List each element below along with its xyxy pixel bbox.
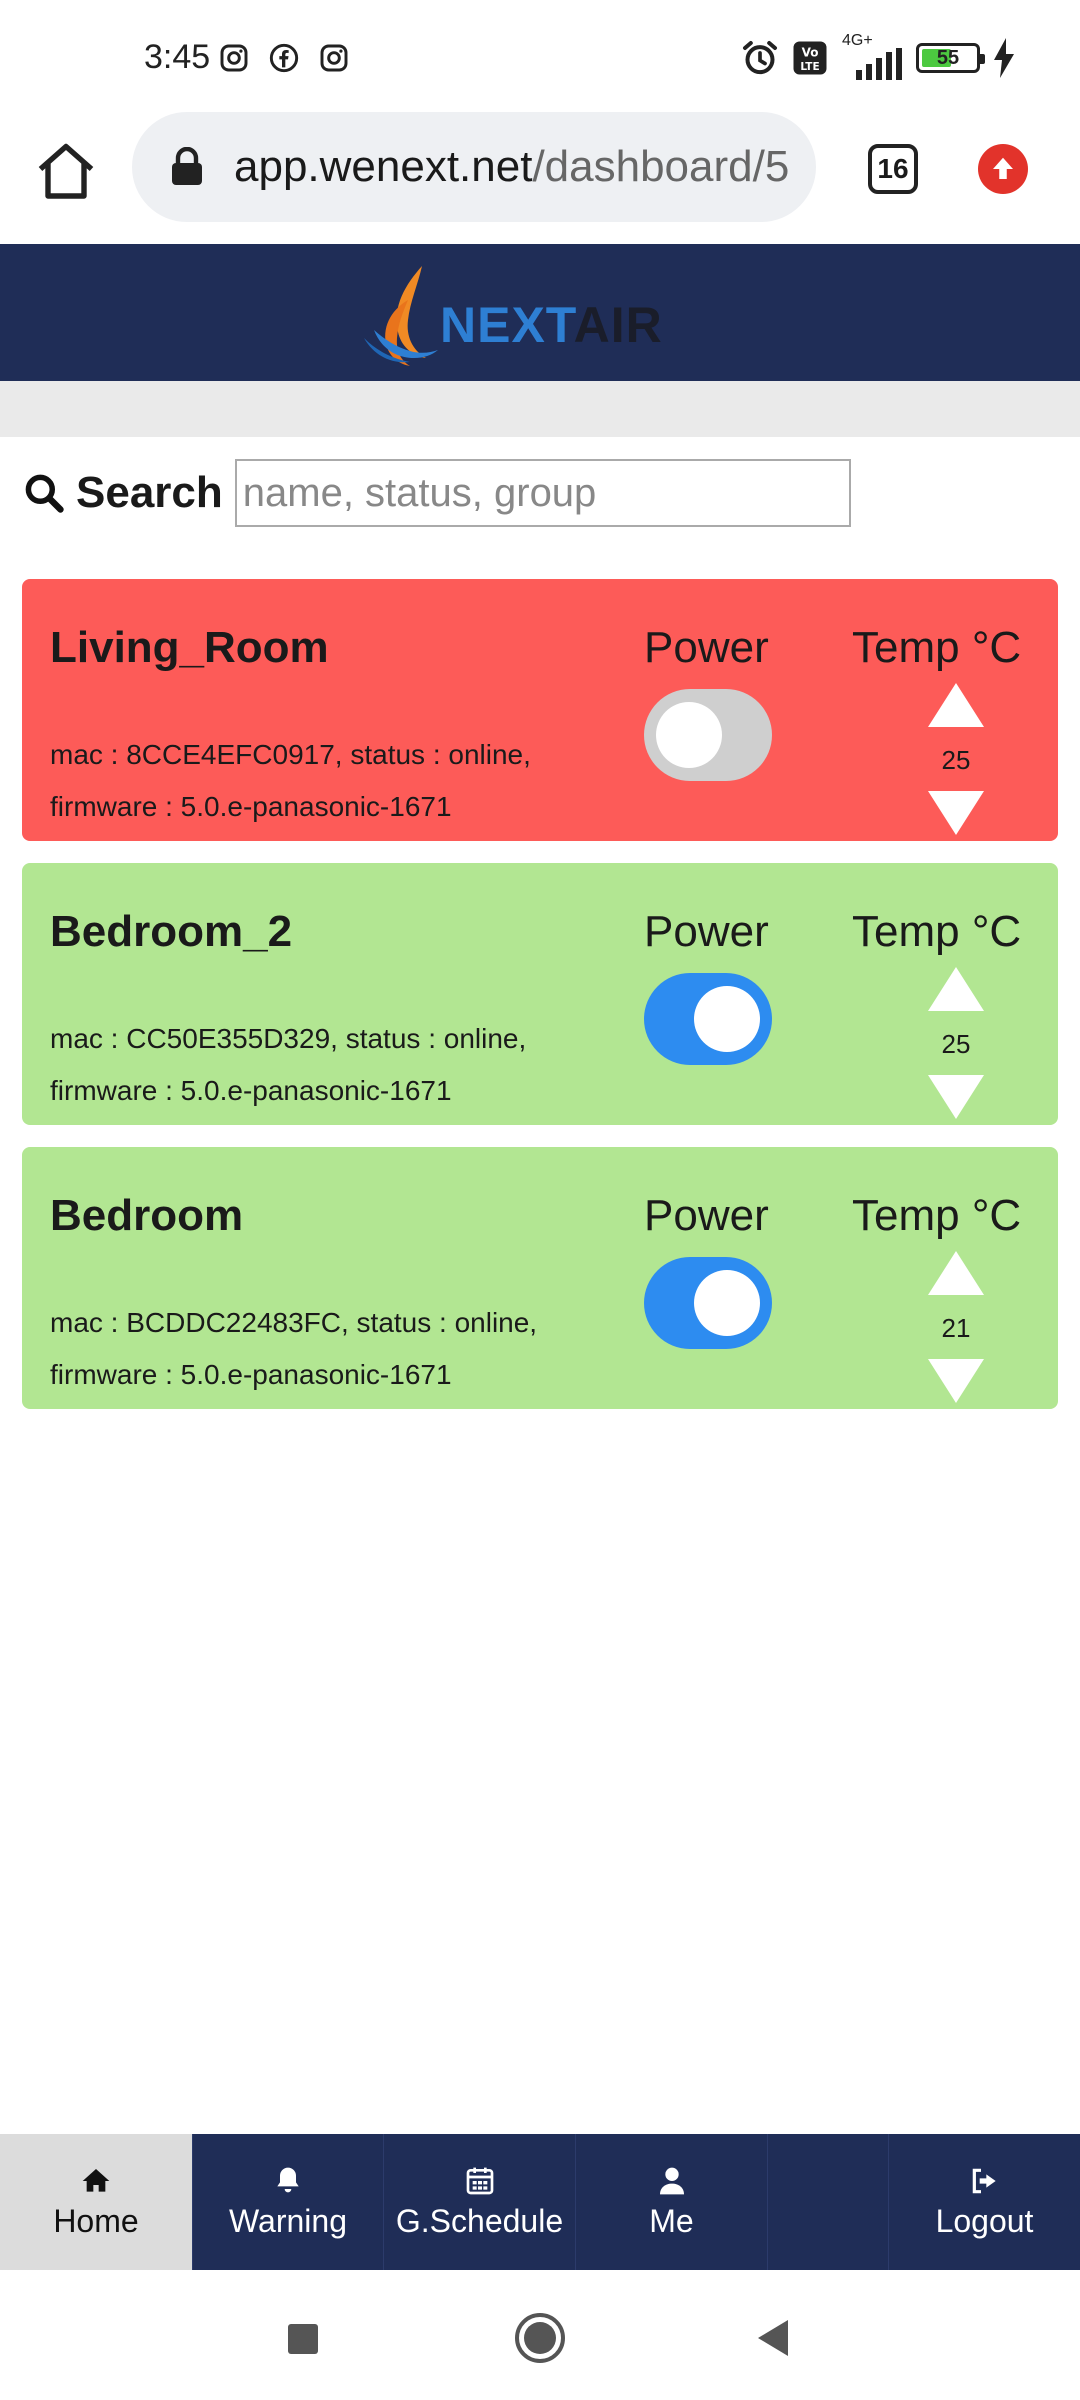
- device-name: Bedroom_2: [50, 907, 293, 956]
- url-path: /dashboard/5: [532, 142, 790, 191]
- bottom-nav: Home Warning G.Schedule Me Logout: [0, 2134, 1080, 2270]
- nav-schedule-label: G.Schedule: [395, 2202, 564, 2239]
- status-time: 3:45: [144, 38, 211, 76]
- temp-value: 25: [941, 745, 971, 775]
- power-toggle[interactable]: [644, 973, 772, 1065]
- charging-icon: [994, 38, 1014, 78]
- logo-next: NEXT: [440, 297, 574, 353]
- url-text: app.wenext.net/dashboard/5: [234, 142, 789, 192]
- calendar-icon: [466, 2167, 493, 2194]
- alarm-icon: [743, 41, 777, 75]
- device-name: Living_Room: [50, 623, 329, 672]
- nav-me-label: Me: [649, 2202, 694, 2239]
- device-mac-status: mac : BCDDC22483FC, status : online,: [50, 1307, 538, 1338]
- flame-logo-icon: [364, 266, 438, 366]
- device-name: Bedroom: [50, 1191, 244, 1240]
- nav-home-label: Home: [53, 2202, 139, 2239]
- nav-warning-label: Warning: [229, 2202, 347, 2239]
- power-label: Power: [644, 623, 769, 672]
- battery-level: 55: [936, 46, 960, 69]
- nav-logout[interactable]: Logout: [889, 2134, 1080, 2270]
- device-info: mac : BCDDC22483FC, status : online, fir…: [50, 1297, 537, 1401]
- svg-text:Vo: Vo: [802, 46, 819, 60]
- page: 3:45 Vo LTE 4G+ 55 app.wenext.net/dashbo…: [0, 0, 1080, 2400]
- search-icon: [25, 474, 64, 513]
- nav-empty-slot: [768, 2134, 889, 2270]
- search-input[interactable]: [234, 459, 851, 527]
- logout-icon: [972, 2168, 996, 2193]
- search-row: Search: [22, 458, 851, 528]
- battery-icon: 55: [916, 43, 985, 73]
- temp-down-arrow-icon[interactable]: [928, 791, 984, 835]
- address-bar[interactable]: app.wenext.net/dashboard/5: [132, 112, 816, 222]
- temp-label: Temp °C: [852, 1191, 1022, 1240]
- device-firmware: firmware : 5.0.e-panasonic-1671: [50, 1075, 452, 1106]
- system-nav-bar: [0, 2270, 1080, 2400]
- temp-up-arrow-icon[interactable]: [928, 967, 984, 1011]
- tab-switcher-button[interactable]: 16: [868, 144, 918, 194]
- temp-down-arrow-icon[interactable]: [928, 1359, 984, 1403]
- url-host: app.wenext.net: [234, 142, 533, 191]
- facebook-icon: [269, 43, 299, 73]
- nav-logout-label: Logout: [935, 2202, 1034, 2239]
- device-mac-status: mac : CC50E355D329, status : online,: [50, 1023, 527, 1054]
- device-card-bedroom-2: Bedroom_2 mac : CC50E355D329, status : o…: [22, 863, 1058, 1125]
- volte-icon: Vo LTE: [793, 41, 827, 75]
- nav-home[interactable]: Home: [0, 2134, 193, 2270]
- search-label: Search: [76, 468, 223, 517]
- browser-toolbar: app.wenext.net/dashboard/5 16: [0, 112, 1080, 244]
- nav-me[interactable]: Me: [576, 2134, 768, 2270]
- temp-label: Temp °C: [852, 907, 1022, 956]
- bell-icon: [277, 2167, 299, 2192]
- status-bar: 3:45 Vo LTE 4G+ 55: [0, 0, 1080, 112]
- device-firmware: firmware : 5.0.e-panasonic-1671: [50, 791, 452, 822]
- nav-schedule[interactable]: G.Schedule: [384, 2134, 576, 2270]
- back-triangle-icon[interactable]: [744, 2308, 804, 2368]
- temp-label: Temp °C: [852, 623, 1022, 672]
- device-firmware: firmware : 5.0.e-panasonic-1671: [50, 1359, 452, 1390]
- device-card-living-room: Living_Room mac : 8CCE4EFC0917, status :…: [22, 579, 1058, 841]
- power-label: Power: [644, 1191, 769, 1240]
- nextair-logo: NEXTAIR: [360, 260, 720, 370]
- browser-home-icon[interactable]: [30, 136, 102, 208]
- logo-text: NEXTAIR: [440, 296, 663, 354]
- header-banner: NEXTAIR: [0, 244, 1080, 381]
- device-info: mac : CC50E355D329, status : online, fir…: [50, 1013, 526, 1117]
- temp-down-arrow-icon[interactable]: [928, 1075, 984, 1119]
- device-mac-status: mac : 8CCE4EFC0917, status : online,: [50, 739, 531, 770]
- gray-divider: [0, 381, 1080, 437]
- device-info: mac : 8CCE4EFC0917, status : online, fir…: [50, 729, 531, 833]
- logo-air: AIR: [573, 297, 663, 353]
- toggle-knob: [694, 986, 760, 1052]
- home-icon: [82, 2168, 110, 2192]
- temp-value: 21: [941, 1313, 971, 1343]
- update-arrow-icon[interactable]: [978, 144, 1028, 194]
- instagram-icon: [320, 44, 348, 72]
- toggle-knob: [694, 1270, 760, 1336]
- temp-up-arrow-icon[interactable]: [928, 683, 984, 727]
- power-toggle[interactable]: [644, 689, 772, 781]
- svg-text:LTE: LTE: [800, 61, 819, 73]
- device-card-bedroom: Bedroom mac : BCDDC22483FC, status : onl…: [22, 1147, 1058, 1409]
- recents-square-icon[interactable]: [272, 2308, 332, 2368]
- home-circle-icon[interactable]: [510, 2308, 570, 2368]
- nav-warning[interactable]: Warning: [193, 2134, 384, 2270]
- power-label: Power: [644, 907, 769, 956]
- temp-value: 25: [941, 1029, 971, 1059]
- instagram-icon: [220, 44, 248, 72]
- lock-icon: [172, 147, 202, 185]
- signal-icon: 4G+: [840, 32, 904, 80]
- user-icon: [659, 2167, 684, 2194]
- status-indicators: Vo LTE 4G+ 55: [740, 32, 1016, 80]
- power-toggle[interactable]: [644, 1257, 772, 1349]
- temp-up-arrow-icon[interactable]: [928, 1251, 984, 1295]
- toggle-knob: [656, 702, 722, 768]
